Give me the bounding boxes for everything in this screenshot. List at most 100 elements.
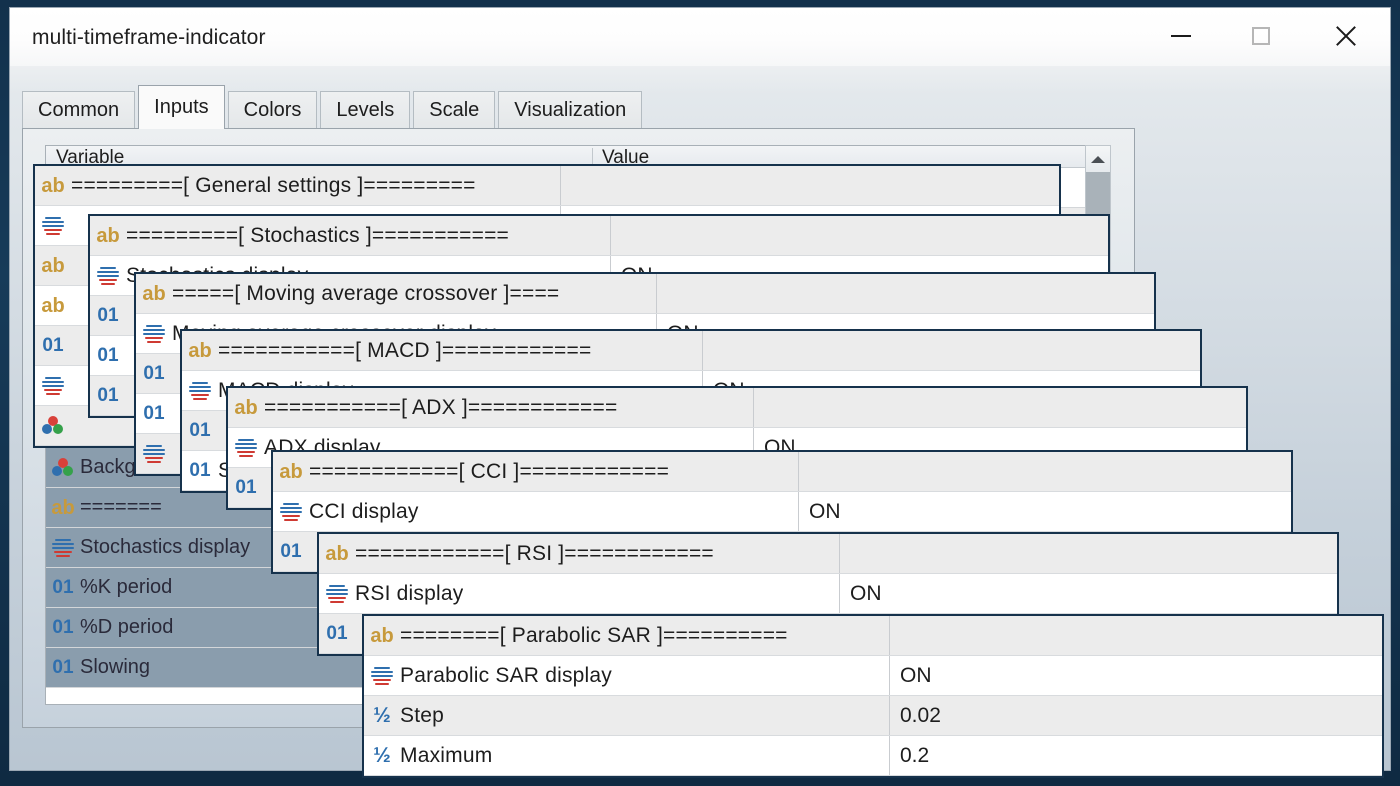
panel-row-value[interactable]: 0.2 xyxy=(889,736,929,775)
row-type-icon-wrap xyxy=(364,666,400,685)
row-type-icon-wrap: 01 xyxy=(273,542,309,561)
tab-scale[interactable]: Scale xyxy=(413,91,496,129)
row-type-icon-wrap: ab xyxy=(364,626,400,646)
chevron-up-icon xyxy=(1091,155,1105,163)
panel-row-label: Step xyxy=(400,703,444,727)
panel-column-divider[interactable] xyxy=(753,388,754,427)
panel-row[interactable]: Parabolic SAR display ON xyxy=(364,656,1382,696)
integer-type-icon: 01 xyxy=(189,460,211,481)
row-type-icon-wrap: ab xyxy=(35,296,71,316)
panel-title-row[interactable]: ab =========[ Stochastics ]=========== xyxy=(90,216,1108,256)
panel-title-row[interactable]: ab ===========[ ADX ]============ xyxy=(228,388,1246,428)
panel-title-row[interactable]: ab ============[ RSI ]============ xyxy=(319,534,1337,574)
enum-type-icon xyxy=(235,438,257,457)
panel-title-row[interactable]: ab ============[ CCI ]============ xyxy=(273,452,1291,492)
panel-row[interactable]: CCI display ON xyxy=(273,492,1291,532)
float-type-icon: ½ xyxy=(373,704,391,727)
integer-type-icon: 01 xyxy=(42,335,64,356)
string-type-icon: ab xyxy=(325,542,349,565)
maximize-icon xyxy=(1252,27,1270,45)
panel-row-value[interactable]: 0.02 xyxy=(889,696,941,735)
window-title: multi-timeframe-indicator xyxy=(32,26,266,49)
panel-title-row[interactable]: ab ===========[ MACD ]============ xyxy=(182,331,1200,371)
tab-inputs[interactable]: Inputs xyxy=(138,85,225,129)
panel-row[interactable]: ½ Maximum 0.2 xyxy=(364,736,1382,776)
panel-parabolic-sar[interactable]: ab ========[ Parabolic SAR ]========== Par… xyxy=(362,614,1384,778)
panel-title-row[interactable]: ab =========[ General settings ]========= xyxy=(35,166,1059,206)
row-type-icon-wrap xyxy=(35,216,71,235)
string-type-icon: ab xyxy=(41,174,65,197)
panel-title-row[interactable]: ab =====[ Moving average crossover ]==== xyxy=(136,274,1154,314)
panel-title: ===========[ MACD ]============ xyxy=(218,338,592,362)
row-type-icon-wrap xyxy=(90,266,126,285)
panel-column-divider[interactable] xyxy=(839,534,840,573)
tab-label: Visualization xyxy=(514,99,627,121)
panel-title: ===========[ ADX ]============ xyxy=(264,395,618,419)
panel-row[interactable]: ½ Step 0.02 xyxy=(364,696,1382,736)
close-button[interactable] xyxy=(1315,8,1377,64)
panel-row-value[interactable]: ON xyxy=(839,574,882,613)
row-type-icon-wrap: ½ xyxy=(364,745,400,766)
row-label: %D period xyxy=(80,616,174,638)
row-type-icon-wrap: ab xyxy=(273,462,309,482)
string-type-icon: ab xyxy=(142,282,166,305)
panel-title-row[interactable]: ab ========[ Parabolic SAR ]========== xyxy=(364,616,1382,656)
tab-strip: Common Inputs Colors Levels Scale Visual… xyxy=(22,85,645,129)
integer-type-icon: 01 xyxy=(235,477,257,498)
minimize-button[interactable] xyxy=(1150,8,1212,64)
panel-title: =========[ Stochastics ]=========== xyxy=(126,223,509,247)
row-type-icon-wrap: ab xyxy=(35,176,71,196)
row-type-icon-wrap xyxy=(46,457,80,478)
panel-row-label: Maximum xyxy=(400,743,493,767)
row-type-icon-wrap: 01 xyxy=(46,618,80,637)
row-type-icon-wrap: 01 xyxy=(319,624,355,643)
tab-levels[interactable]: Levels xyxy=(320,91,411,129)
panel-title: ========[ Parabolic SAR ]========== xyxy=(400,623,788,647)
tab-label: Inputs xyxy=(154,96,209,118)
tab-label: Levels xyxy=(336,99,395,121)
title-bar: multi-timeframe-indicator xyxy=(10,8,1390,66)
panel-row[interactable]: RSI display ON xyxy=(319,574,1337,614)
integer-type-icon: 01 xyxy=(143,363,165,384)
integer-type-icon: 01 xyxy=(52,617,74,638)
row-type-icon-wrap: ab xyxy=(228,398,264,418)
maximize-button[interactable] xyxy=(1230,8,1292,64)
row-type-icon-wrap xyxy=(35,415,71,436)
tab-label: Colors xyxy=(243,99,302,121)
scroll-up-button[interactable] xyxy=(1086,146,1110,172)
row-type-icon-wrap: 01 xyxy=(228,478,264,497)
panel-row-label: RSI display xyxy=(355,581,464,605)
row-type-icon-wrap xyxy=(228,438,264,457)
row-type-icon-wrap xyxy=(46,538,80,557)
row-type-icon-wrap: 01 xyxy=(136,364,172,383)
panel-title: =========[ General settings ]========= xyxy=(71,173,476,197)
panel-column-divider[interactable] xyxy=(560,166,561,205)
string-type-icon: ab xyxy=(51,496,75,519)
row-label: %K period xyxy=(80,576,173,598)
tab-colors[interactable]: Colors xyxy=(227,91,318,129)
minimize-icon xyxy=(1171,35,1191,37)
tab-visualization[interactable]: Visualization xyxy=(498,91,643,129)
panel-row-value[interactable]: ON xyxy=(889,656,932,695)
row-type-icon-wrap: 01 xyxy=(46,658,80,677)
screen-root: multi-timeframe-indicator Common Inputs … xyxy=(0,0,1400,786)
enum-type-icon xyxy=(42,376,64,395)
panel-column-divider[interactable] xyxy=(610,216,611,255)
close-icon xyxy=(1334,24,1358,48)
panel-column-divider[interactable] xyxy=(798,452,799,491)
float-type-icon: ½ xyxy=(373,744,391,767)
panel-title: ============[ CCI ]============ xyxy=(309,459,670,483)
row-type-icon-wrap: ab xyxy=(182,341,218,361)
integer-type-icon: 01 xyxy=(52,577,74,598)
tab-common[interactable]: Common xyxy=(22,91,136,129)
row-type-icon-wrap: 01 xyxy=(182,461,218,480)
row-type-icon-wrap: 01 xyxy=(90,346,126,365)
panel-column-divider[interactable] xyxy=(702,331,703,370)
integer-type-icon: 01 xyxy=(143,403,165,424)
color-type-icon xyxy=(42,415,64,436)
string-type-icon: ab xyxy=(96,224,120,247)
panel-column-divider[interactable] xyxy=(656,274,657,313)
panel-column-divider[interactable] xyxy=(889,616,890,655)
tab-label: Common xyxy=(38,99,120,121)
panel-row-value[interactable]: ON xyxy=(798,492,841,531)
